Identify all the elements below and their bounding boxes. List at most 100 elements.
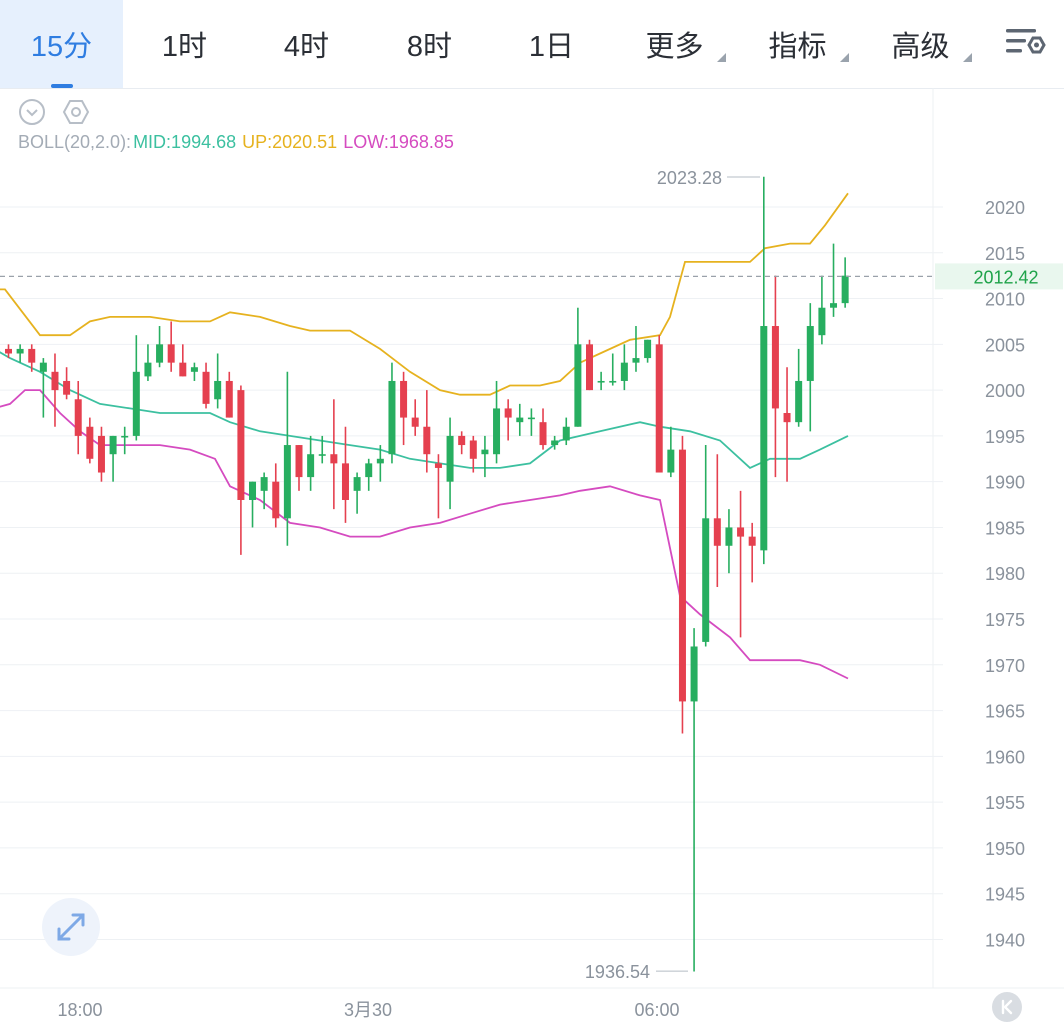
boll-mid-line (0, 351, 849, 469)
candle-body (644, 339, 652, 359)
candle-body (318, 454, 326, 456)
min-price-label: 1936.54 (585, 962, 650, 982)
candle-body (272, 481, 280, 519)
k-icon (1001, 999, 1013, 1015)
x-tick-label: 06:00 (634, 1000, 679, 1020)
candle-body (493, 408, 501, 455)
candle-body (214, 380, 222, 400)
candle-body (109, 435, 117, 455)
y-tick-label: 1980 (985, 564, 1025, 584)
candle-body (562, 426, 570, 441)
candle-body (655, 344, 663, 473)
fullscreen-button[interactable] (42, 898, 100, 956)
candle-body (388, 380, 396, 455)
candle-body (667, 449, 675, 473)
candle-body (678, 449, 686, 702)
y-tick-label: 1965 (985, 702, 1025, 722)
boll-upper-line (0, 192, 849, 396)
indicator-settings-button[interactable] (62, 98, 90, 126)
candle-body (446, 435, 454, 482)
y-tick-label: 1995 (985, 427, 1025, 447)
tab-5[interactable]: 更多 (613, 0, 736, 88)
y-tick-label: 1945 (985, 885, 1025, 905)
candle-body (632, 358, 640, 363)
y-tick-label: 1970 (985, 656, 1025, 676)
candle-body (330, 454, 338, 464)
boll-name: BOLL(20,2.0): (18, 132, 132, 152)
candle-body (458, 435, 466, 446)
boll-mid: MID:1994.68 (133, 132, 237, 152)
candle-body (434, 463, 442, 468)
candle-body (365, 463, 373, 478)
tab-label: 4时 (283, 31, 330, 63)
y-tick-label: 1985 (985, 518, 1025, 538)
tab-0[interactable]: 15分 (0, 0, 123, 88)
chart-settings-icon (1006, 29, 1046, 54)
y-tick-label: 1955 (985, 793, 1025, 813)
candle-body (783, 413, 791, 423)
candle-body (551, 440, 559, 446)
tab-label: 15分 (30, 31, 93, 63)
x-tick-label: 18:00 (57, 1000, 102, 1020)
candle-body (132, 371, 140, 436)
candlestick-chart: 2020 2015 2010 2005 2000 1995 1990 1985 1980 1975… (0, 88, 1064, 1020)
candle-body (818, 307, 826, 336)
candle-body (400, 380, 408, 418)
last-price-badge (935, 263, 1063, 290)
candle-body (295, 445, 303, 478)
candle-body (830, 303, 838, 308)
y-tick-label: 1975 (985, 610, 1025, 630)
indicator-collapse-button[interactable] (18, 98, 46, 126)
tab-3[interactable]: 8时 (368, 0, 491, 88)
candle-body (341, 463, 349, 500)
candle-body (713, 518, 721, 546)
candle-body (86, 426, 94, 459)
chart-settings-button[interactable] (996, 20, 1054, 68)
tab-7[interactable]: 高级 (859, 0, 982, 88)
y-tick-label: 2005 (985, 335, 1025, 355)
tab-label: 1日 (528, 31, 575, 63)
tab-label: 指标 (768, 31, 827, 63)
candle-body (28, 348, 36, 363)
boll-low: LOW:1968.85 (343, 132, 454, 152)
candle-body (806, 326, 814, 381)
candle-body (376, 458, 384, 464)
candle-body (469, 440, 477, 459)
k-button[interactable] (992, 992, 1022, 1022)
candle-body (586, 344, 593, 391)
y-tick-label: 2010 (985, 290, 1025, 310)
candle-body (760, 326, 768, 551)
candle-body (63, 380, 71, 395)
tab-4[interactable]: 1日 (490, 0, 613, 88)
candle-body (156, 344, 164, 363)
candle-body (423, 426, 431, 455)
candle-body (748, 536, 756, 546)
dropdown-triangle-icon (717, 53, 726, 62)
tab-label: 更多 (645, 31, 704, 63)
candle-body (249, 481, 257, 500)
tab-label: 高级 (891, 31, 950, 63)
y-tick-label: 2000 (985, 381, 1025, 401)
candle-body (597, 380, 605, 383)
y-tick-label: 2020 (985, 198, 1025, 218)
tab-1[interactable]: 1时 (123, 0, 246, 88)
boll-up: UP:2020.51 (242, 132, 338, 152)
candle-body (307, 454, 315, 478)
candle-body (74, 399, 82, 436)
candle-body (260, 477, 268, 491)
max-price-label: 2023.28 (657, 168, 722, 188)
y-tick-label: 1950 (985, 839, 1025, 859)
candle-body (411, 417, 419, 427)
candle-body (771, 326, 779, 409)
candle-body (167, 344, 175, 363)
candle-body (620, 362, 628, 381)
candle-body (841, 275, 849, 304)
candle-body (481, 449, 489, 455)
y-tick-label: 1940 (985, 930, 1025, 950)
dropdown-triangle-icon (840, 53, 849, 62)
tab-2[interactable]: 4时 (245, 0, 368, 88)
tab-label: 1时 (161, 31, 208, 63)
tab-6[interactable]: 指标 (736, 0, 859, 88)
candle-body (121, 435, 129, 438)
chevron-down-circle-icon (19, 99, 45, 125)
